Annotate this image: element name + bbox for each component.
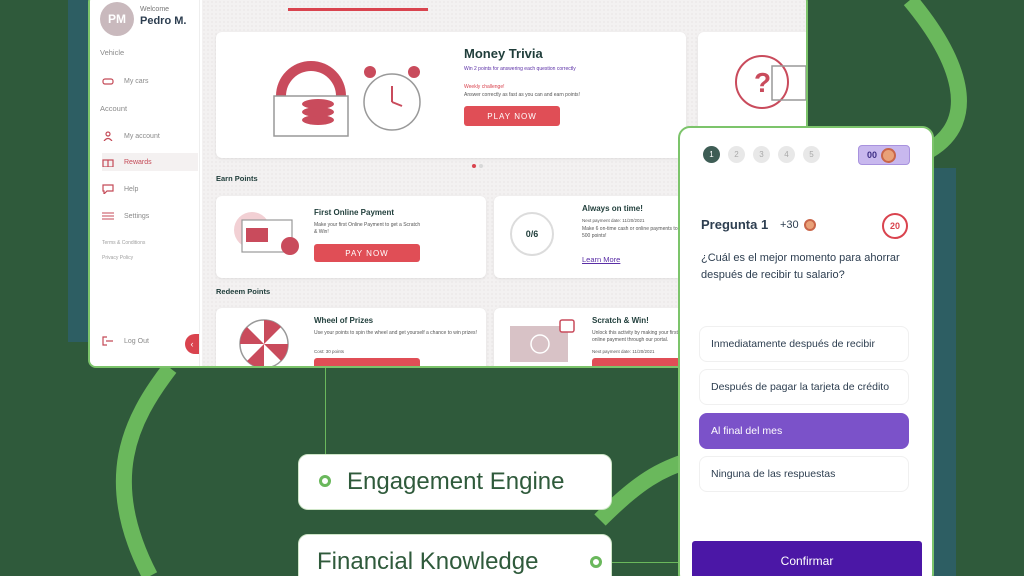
wheel-desc: Use your points to spin the wheel and ge…: [314, 330, 477, 336]
step-1: 1: [703, 146, 720, 163]
gift-icon: [102, 157, 114, 168]
sliders-icon: [102, 211, 114, 221]
learn-more-link[interactable]: Learn More: [582, 256, 620, 264]
wheel-card: Wheel of Prizes Use your points to spin …: [216, 308, 486, 366]
sidebar: PM Welcome Pedro M. Vehicle My cars Acco…: [90, 0, 200, 366]
trivia-card: Money Trivia Win 2 points for answering …: [216, 32, 686, 158]
coin-icon: [881, 147, 897, 163]
engagement-engine-label: Engagement Engine: [298, 454, 612, 510]
avatar[interactable]: PM: [100, 2, 134, 36]
answer-option[interactable]: Inmediatamente después de recibir: [699, 326, 909, 362]
sidebar-item-help[interactable]: Help: [102, 180, 198, 198]
answer-option-selected[interactable]: Al final del mes: [699, 413, 909, 449]
sidebar-item-label: My account: [124, 132, 160, 140]
user-icon: [102, 131, 114, 142]
svg-text:?: ?: [754, 67, 771, 98]
sidebar-item-rewards[interactable]: Rewards: [102, 153, 198, 171]
payment-progress-ring: 0/6: [510, 212, 554, 256]
answer-option[interactable]: Ninguna de las respuestas: [699, 456, 909, 492]
scratch-card: Scratch & Win! Unlock this activity by m…: [494, 308, 694, 366]
connector-dot: [590, 556, 602, 568]
on-time-desc: Make 6 on-time cash or online payments t…: [582, 226, 689, 239]
question-points: +30: [780, 219, 816, 231]
on-time-title: Always on time!: [582, 204, 643, 213]
points-value: +30: [780, 219, 799, 231]
financial-knowledge-label: Financial Knowledge: [298, 534, 612, 576]
welcome-text: Welcome: [140, 6, 170, 13]
sidebar-item-my-account[interactable]: My account: [102, 127, 198, 145]
sidebar-item-settings[interactable]: Settings: [102, 207, 198, 225]
step-4: 4: [778, 146, 795, 163]
step-3: 3: [753, 146, 770, 163]
quiz-panel: 1 2 3 4 5 00 Pregunta 1 +30 20 ¿Cuál es …: [678, 126, 934, 576]
carousel-dot[interactable]: [479, 164, 483, 168]
scratch-next-payment: Next payment date: 11/20/2021: [592, 349, 655, 354]
coin-balance-badge: 00: [858, 145, 910, 165]
next-payment-date: Next payment date: 11/20/2021: [582, 218, 645, 223]
step-2: 2: [728, 146, 745, 163]
redeem-points-label: Redeem Points: [216, 287, 271, 296]
weekly-challenge-label: Weekly challenge!: [464, 84, 505, 90]
terms-link[interactable]: Terms & Conditions: [102, 240, 145, 246]
trivia-illustration: [273, 61, 421, 137]
connector-line: [612, 562, 682, 563]
first-payment-card: First Online Payment Make your first Onl…: [216, 196, 486, 278]
question-text: ¿Cuál es el mejor momento para ahorrar d…: [701, 252, 900, 281]
scratch-desc: Unlock this activity by making your firs…: [592, 330, 678, 343]
scratch-lock-illustration: [510, 319, 575, 362]
sidebar-item-label: Help: [124, 185, 139, 193]
collapse-sidebar-button[interactable]: ‹: [185, 334, 199, 354]
logout-icon: [102, 336, 114, 346]
play-now-button[interactable]: PLAY NOW: [464, 106, 560, 126]
step-5: 5: [803, 146, 820, 163]
coin-balance: 00: [867, 150, 878, 160]
trivia-title: Money Trivia: [464, 46, 543, 61]
logout-button[interactable]: Log Out: [102, 332, 198, 350]
wheel-title: Wheel of Prizes: [314, 316, 374, 325]
privacy-link[interactable]: Privacy Policy: [102, 255, 133, 261]
connector-dot: [319, 475, 331, 487]
scratch-title: Scratch & Win!: [592, 316, 649, 325]
active-tab-indicator: [288, 8, 428, 11]
engagement-engine-text: Engagement Engine: [347, 468, 565, 495]
pay-now-button[interactable]: PAY NOW: [314, 244, 420, 262]
question-mark-icon: ?: [735, 55, 806, 109]
car-icon: [102, 76, 114, 86]
scratch-button[interactable]: [592, 358, 692, 366]
chat-icon: [102, 184, 114, 196]
spin-button[interactable]: [314, 358, 420, 366]
payment-illustration: [234, 212, 299, 255]
weekly-challenge-desc: Answer correctly as fast as you can and …: [464, 92, 580, 98]
first-payment-desc: Make your first Online Payment to get a …: [314, 222, 421, 235]
wheel-cost: Cost: 30 points: [314, 349, 345, 354]
trivia-subtitle: Win 2 points for answering each question…: [464, 66, 576, 72]
wheel-icon: [239, 319, 289, 366]
sidebar-item-my-cars[interactable]: My cars: [102, 72, 198, 90]
vehicle-section-label: Vehicle: [100, 48, 125, 57]
question-label: Pregunta 1: [701, 217, 769, 232]
confirm-button[interactable]: Confirmar: [692, 541, 922, 576]
sidebar-item-label: Rewards: [124, 158, 152, 166]
carousel-dot-active[interactable]: [472, 164, 476, 168]
account-section-label: Account: [100, 104, 128, 113]
earn-points-label: Earn Points: [216, 174, 258, 183]
sidebar-item-label: Settings: [124, 212, 150, 220]
sidebar-item-label: My cars: [124, 77, 149, 85]
logout-label: Log Out: [124, 337, 149, 345]
on-time-card: 0/6 Always on time! Next payment date: 1…: [494, 196, 694, 278]
coin-icon: [803, 219, 816, 231]
first-payment-title: First Online Payment: [314, 208, 395, 217]
financial-knowledge-text: Financial Knowledge: [317, 548, 539, 575]
question-timer: 20: [882, 213, 908, 239]
answer-option[interactable]: Después de pagar la tarjeta de crédito: [699, 369, 909, 405]
user-name: Pedro M.: [140, 15, 187, 27]
